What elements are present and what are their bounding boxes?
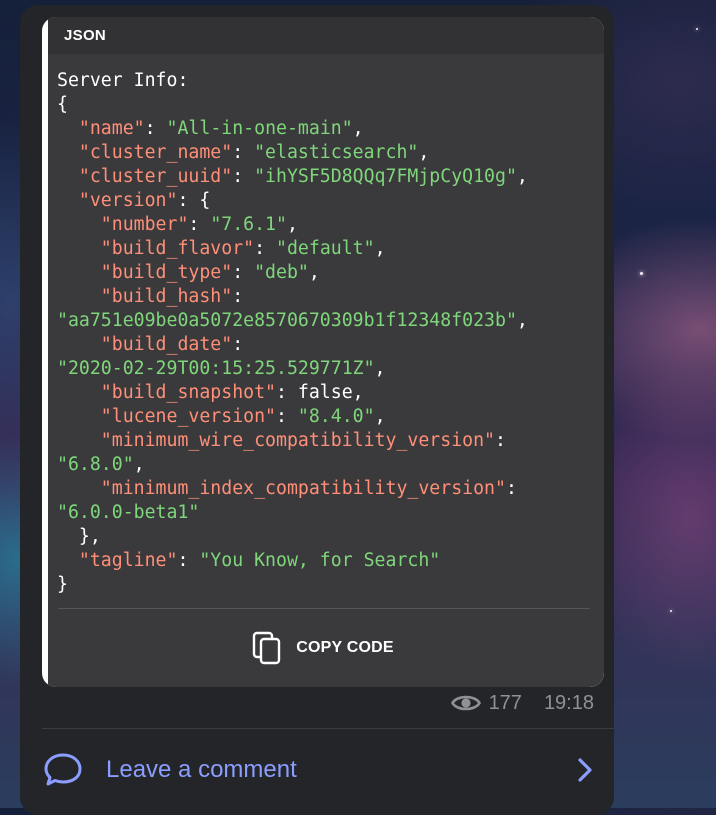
background-star (670, 610, 672, 612)
code-line: "build_type": "deb", (57, 261, 594, 285)
code-token: : (232, 166, 255, 187)
code-token: "You Know, for Search" (199, 550, 441, 571)
code-line: "build_hash": (57, 285, 594, 309)
code-token: "6.8.0" (57, 454, 134, 475)
code-line: "build_snapshot": false, (57, 381, 594, 405)
code-line: "lucene_version": "8.4.0", (57, 405, 594, 429)
code-token: , (133, 454, 145, 475)
code-token: "build_flavor" (57, 238, 255, 259)
comment-bubble-icon (44, 753, 82, 786)
code-token: : (254, 238, 277, 259)
code-block: JSON Server Info: { "name": "All-in-one-m… (42, 17, 604, 687)
code-token: , (418, 142, 430, 163)
code-line: "cluster_name": "elasticsearch", (57, 141, 594, 165)
code-token: "7.6.1" (210, 214, 287, 235)
code-token: , (374, 358, 386, 379)
code-token: Server Info: (57, 70, 189, 91)
code-token: "build_snapshot" (57, 382, 276, 403)
code-divider (58, 608, 590, 609)
code-token: { (57, 94, 68, 115)
code-token: "minimum_wire_compatibility_version" (57, 430, 495, 451)
code-token: , (286, 214, 298, 235)
code-line: { (57, 93, 594, 117)
code-token: , (374, 406, 386, 427)
code-line: } (57, 573, 594, 597)
code-token: "cluster_name" (57, 142, 233, 163)
code-text[interactable]: Server Info: { "name": "All-in-one-main",… (57, 69, 594, 597)
message-time: 19:18 (543, 691, 594, 714)
code-token: "tagline" (57, 550, 178, 571)
code-token: , (308, 262, 320, 283)
code-token: "build_date" (57, 334, 233, 355)
code-line: }, (57, 525, 594, 549)
code-line: "aa751e09be0a5072e8570670309b1f12348f023… (57, 309, 594, 333)
copy-code-label: COPY CODE (296, 639, 394, 656)
chevron-right-icon (578, 758, 592, 782)
code-token: , (516, 310, 528, 331)
message-meta: 177 19:18 (450, 690, 594, 716)
code-token: : (495, 430, 506, 451)
code-token: : (188, 214, 211, 235)
code-token: , (374, 238, 386, 259)
code-token: "lucene_version" (57, 406, 276, 427)
code-line: "minimum_index_compatibility_version": (57, 477, 594, 501)
code-token: "cluster_uuid" (57, 166, 233, 187)
code-line: "6.0.0-beta1" (57, 501, 594, 525)
code-token: } (57, 574, 68, 595)
code-token: : (232, 262, 255, 283)
code-token: "default" (276, 238, 375, 259)
background-star (696, 28, 698, 30)
code-token: "All-in-one-main" (166, 118, 353, 139)
code-token: "6.0.0-beta1" (57, 502, 200, 523)
code-token: "name" (57, 118, 145, 139)
code-token: }, (57, 526, 101, 547)
code-token: , (352, 118, 364, 139)
code-token: : (177, 550, 200, 571)
code-line: "build_flavor": "default", (57, 237, 594, 261)
leave-comment-button[interactable]: Leave a comment (42, 742, 598, 798)
code-token: : (505, 478, 517, 499)
code-line: "number": "7.6.1", (57, 213, 594, 237)
code-line: Server Info: (57, 69, 594, 93)
code-token: , (516, 166, 528, 187)
code-token: : (276, 406, 298, 427)
code-token: : (232, 142, 255, 163)
code-line: "cluster_uuid": "ihYSF5D8QQq7FMjpCyQ10g"… (57, 165, 594, 189)
code-token: : (232, 334, 244, 355)
leave-comment-label: Leave a comment (106, 756, 297, 783)
code-language-label: JSON (48, 17, 604, 54)
code-line: "build_date": (57, 333, 594, 357)
view-count: 177 (488, 691, 522, 714)
code-token: "aa751e09be0a5072e8570670309b1f12348f023… (57, 310, 517, 331)
code-token: : { (177, 190, 211, 211)
code-line: "6.8.0", (57, 453, 594, 477)
code-token: "number" (57, 214, 189, 235)
code-token: "elasticsearch" (254, 142, 419, 163)
code-line: "tagline": "You Know, for Search" (57, 549, 594, 573)
code-token: : (144, 118, 167, 139)
copy-icon (253, 631, 281, 665)
code-token: "8.4.0" (297, 406, 375, 427)
code-token: : false, (276, 382, 364, 403)
code-token: : (232, 286, 244, 307)
code-line: "name": "All-in-one-main", (57, 117, 594, 141)
code-line: "version": { (57, 189, 594, 213)
code-token: "version" (57, 190, 178, 211)
code-line: "minimum_wire_compatibility_version": (57, 429, 594, 453)
code-token: "ihYSF5D8QQq7FMjpCyQ10g" (254, 166, 517, 187)
code-line: "2020-02-29T00:15:25.529771Z", (57, 357, 594, 381)
code-token: "deb" (254, 262, 309, 283)
background-star (640, 272, 643, 275)
comment-divider (42, 728, 614, 729)
copy-code-button[interactable]: COPY CODE (42, 623, 604, 673)
code-token: "2020-02-29T00:15:25.529771Z" (57, 358, 375, 379)
eye-icon (450, 695, 481, 711)
code-token: "build_type" (57, 262, 233, 283)
code-token: "build_hash" (57, 286, 233, 307)
code-token: "minimum_index_compatibility_version" (57, 478, 506, 499)
